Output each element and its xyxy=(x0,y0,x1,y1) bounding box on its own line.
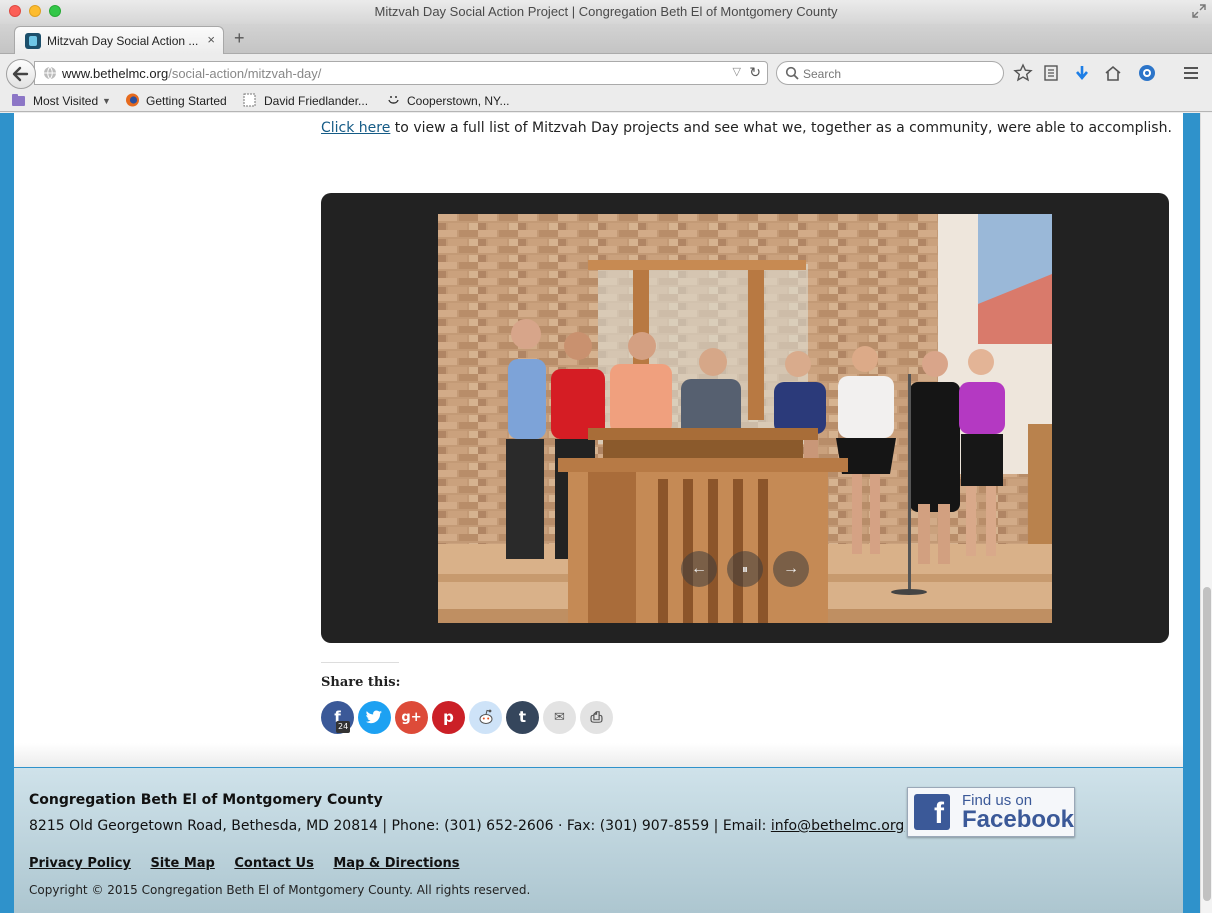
share-reddit-button[interactable] xyxy=(469,701,502,734)
page-scrollbar[interactable] xyxy=(1200,113,1212,913)
share-count-badge: 24 xyxy=(336,721,351,733)
search-placeholder: Search xyxy=(803,67,842,81)
menu-icon[interactable] xyxy=(1181,63,1201,83)
facebook-logo-icon: f xyxy=(914,794,950,830)
find-us-on-facebook-badge[interactable]: f Find us on Facebook xyxy=(907,787,1075,837)
site-map-link[interactable]: Site Map xyxy=(150,856,214,871)
google-plus-icon: g+ xyxy=(401,710,422,725)
page-viewport: Click here to view a full list of Mitzva… xyxy=(0,113,1212,913)
slideshow-pause-button[interactable]: ⏸ xyxy=(727,551,763,587)
scrollbar-thumb[interactable] xyxy=(1203,587,1211,901)
intro-text: to view a full list of Mitzvah Day proje… xyxy=(390,120,1172,136)
copyright-text: Copyright © 2015 Congregation Beth El of… xyxy=(29,883,531,897)
reddit-icon xyxy=(479,709,492,724)
share-twitter-button[interactable] xyxy=(358,701,391,734)
content-bottom-fade xyxy=(14,743,1183,767)
search-icon xyxy=(785,66,799,80)
fullscreen-icon[interactable] xyxy=(1192,4,1206,18)
slideshow-next-button[interactable]: → xyxy=(773,551,809,587)
share-tumblr-button[interactable]: t xyxy=(506,701,539,734)
chevron-down-icon[interactable]: ▼ xyxy=(102,96,111,106)
maximize-window-button[interactable] xyxy=(49,5,61,17)
print-icon: ⎙ xyxy=(590,708,603,726)
footer-email-link[interactable]: info@bethelmc.org xyxy=(771,818,904,834)
bookmark-most-visited[interactable]: Most Visited xyxy=(33,94,98,108)
url-bar[interactable]: www.bethelmc.org/social-action/mitzvah-d… xyxy=(34,61,768,85)
main-content: Click here to view a full list of Mitzva… xyxy=(14,113,1183,763)
site-footer: Congregation Beth El of Montgomery Count… xyxy=(14,768,1183,913)
globe-icon xyxy=(44,66,56,80)
pinterest-icon: p xyxy=(443,708,454,726)
tumblr-icon: t xyxy=(518,708,527,726)
folder-icon xyxy=(12,94,25,106)
footer-org-name: Congregation Beth El of Montgomery Count… xyxy=(29,792,383,808)
footer-links: Privacy Policy Site Map Contact Us Map &… xyxy=(29,856,475,871)
bookmark-david-friedlander[interactable]: David Friedlander... xyxy=(264,94,368,108)
smiley-icon xyxy=(388,96,399,104)
back-arrow-icon xyxy=(12,66,29,82)
reading-list-icon[interactable] xyxy=(1041,63,1061,83)
slideshow-prev-button[interactable]: ← xyxy=(681,551,717,587)
share-email-button[interactable]: ✉ xyxy=(543,701,576,734)
share-facebook-button[interactable]: f 24 xyxy=(321,701,354,734)
email-icon: ✉ xyxy=(554,710,565,725)
contact-us-link[interactable]: Contact Us xyxy=(234,856,313,871)
window-titlebar: Mitzvah Day Social Action Project | Cong… xyxy=(0,0,1212,24)
close-window-button[interactable] xyxy=(9,5,21,17)
share-heading: Share this: xyxy=(321,675,401,690)
bookmark-getting-started[interactable]: Getting Started xyxy=(146,94,227,108)
url-history-dropdown-icon[interactable]: ▽ xyxy=(733,65,741,78)
minimize-window-button[interactable] xyxy=(29,5,41,17)
reload-icon[interactable]: ↻ xyxy=(749,64,761,81)
bookmarks-toolbar: Most Visited ▼ Getting Started David Fri… xyxy=(0,90,1212,112)
search-field[interactable]: Search xyxy=(776,61,1004,85)
window-title: Mitzvah Day Social Action Project | Cong… xyxy=(374,4,838,19)
navigation-toolbar: www.bethelmc.org/social-action/mitzvah-d… xyxy=(0,55,1212,90)
share-pinterest-button[interactable]: p xyxy=(432,701,465,734)
photo-slideshow[interactable]: ← ⏸ → xyxy=(321,193,1169,643)
twitter-icon xyxy=(365,710,382,724)
facebook-name-text: Facebook xyxy=(962,806,1075,833)
share-google-plus-button[interactable]: g+ xyxy=(395,701,428,734)
intro-paragraph: Click here to view a full list of Mitzva… xyxy=(321,120,1172,136)
tab-mitzvah-day[interactable]: Mitzvah Day Social Action ... × xyxy=(14,26,224,54)
bookmark-cooperstown[interactable]: Cooperstown, NY... xyxy=(407,94,510,108)
tab-strip: Mitzvah Day Social Action ... × + xyxy=(0,24,1212,54)
firefox-icon xyxy=(126,93,139,107)
site-favicon-icon xyxy=(25,33,41,49)
home-icon[interactable] xyxy=(1103,63,1123,83)
tab-label: Mitzvah Day Social Action ... xyxy=(47,34,199,48)
new-tab-button[interactable]: + xyxy=(234,28,245,49)
page-icon xyxy=(243,93,256,107)
url-text[interactable]: www.bethelmc.org/social-action/mitzvah-d… xyxy=(62,66,321,81)
bookmark-star-icon[interactable] xyxy=(1013,63,1033,83)
share-divider xyxy=(321,662,399,663)
downloads-icon[interactable] xyxy=(1072,63,1092,83)
click-here-link[interactable]: Click here xyxy=(321,120,390,136)
footer-address: 8215 Old Georgetown Road, Bethesda, MD 2… xyxy=(29,818,905,834)
extension-icon[interactable] xyxy=(1137,63,1157,83)
privacy-policy-link[interactable]: Privacy Policy xyxy=(29,856,131,871)
share-print-button[interactable]: ⎙ xyxy=(580,701,613,734)
tab-close-icon[interactable]: × xyxy=(207,32,215,47)
map-directions-link[interactable]: Map & Directions xyxy=(333,856,459,871)
back-button[interactable] xyxy=(6,59,36,89)
